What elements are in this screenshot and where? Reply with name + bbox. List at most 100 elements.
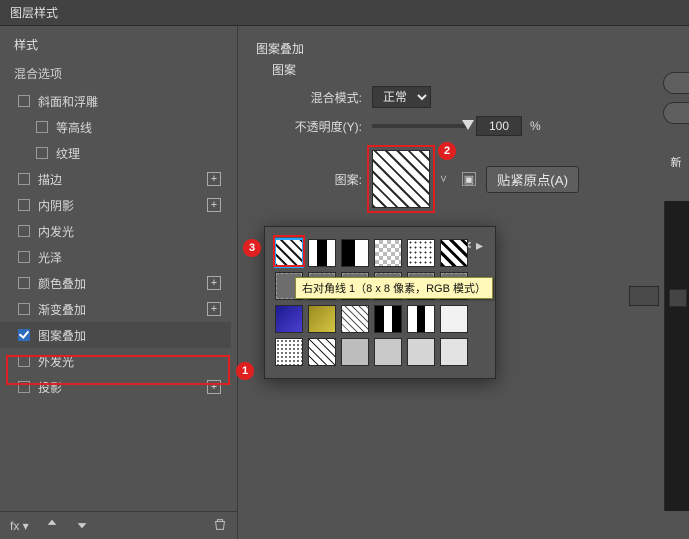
right-dark-button[interactable] — [669, 289, 687, 307]
sidebar-item[interactable]: 斜面和浮雕 — [0, 88, 231, 114]
pattern-swatch[interactable] — [275, 239, 303, 267]
style-checkbox[interactable] — [18, 303, 30, 315]
content: 样式 混合选项 斜面和浮雕等高线纹理描边+内阴影+内发光光泽颜色叠加 + 渐变叠加 +… — [0, 26, 689, 539]
blend-mode-select[interactable]: 正常 — [372, 86, 431, 108]
opacity-label: 不透明度(Y): — [290, 118, 362, 135]
swatch-fill-icon — [342, 339, 368, 365]
scale-handle[interactable] — [629, 286, 659, 306]
create-pattern-icon[interactable]: ▣ — [462, 172, 476, 186]
style-checkbox[interactable] — [36, 147, 48, 159]
blend-mode-label: 混合模式: — [290, 89, 362, 106]
opacity-value[interactable]: 100 — [476, 116, 522, 136]
main-panel: 图案叠加 图案 混合模式: 正常 不透明度(Y): 100 % 图案: 2 ˅ — [238, 26, 689, 539]
pattern-swatch[interactable] — [374, 338, 402, 366]
sidebar-item[interactable]: 内发光 — [0, 218, 231, 244]
sidebar-item[interactable]: 内阴影+ — [0, 192, 231, 218]
pattern-swatch[interactable] — [374, 305, 402, 333]
swatch-fill-icon — [375, 339, 401, 365]
swatch-fill-icon — [441, 306, 467, 332]
style-checkbox[interactable] — [18, 173, 30, 185]
sidebar-item[interactable]: 描边+ — [0, 166, 231, 192]
pattern-swatch[interactable] — [440, 305, 468, 333]
sidebar-item[interactable]: 纹理 — [0, 140, 231, 166]
swatch-fill-icon — [375, 306, 401, 332]
pattern-picker: ✲ ▸ 3 右对角线 1（8 x 8 像素，RGB 模式） — [264, 226, 496, 379]
pattern-swatch[interactable] — [374, 239, 402, 267]
sidebar-item[interactable]: 光泽 — [0, 244, 231, 270]
sidebar-header: 样式 — [0, 26, 237, 59]
sidebar-item[interactable]: 图案叠加 — [0, 322, 231, 348]
snap-origin-button[interactable]: 贴紧原点(A) — [486, 166, 579, 193]
new-style-button[interactable]: 新 — [663, 154, 689, 174]
add-effect-icon[interactable]: + — [207, 276, 221, 290]
sidebar-item-label: 外发光 — [38, 353, 74, 370]
style-checkbox[interactable] — [18, 225, 30, 237]
hatch-icon — [373, 151, 429, 207]
slider-thumb-icon[interactable] — [462, 120, 474, 130]
right-button-2[interactable] — [663, 102, 689, 124]
sidebar-item-label: 光泽 — [38, 249, 62, 266]
style-checkbox[interactable] — [36, 121, 48, 133]
sidebar-item-label: 投影 — [38, 379, 62, 396]
sidebar-item[interactable]: 等高线 — [0, 114, 231, 140]
swatch-fill-icon — [441, 240, 467, 266]
swatch-fill-icon — [276, 240, 302, 266]
add-effect-icon[interactable]: + — [207, 380, 221, 394]
swatch-fill-icon — [309, 306, 335, 332]
add-effect-icon[interactable]: + — [207, 302, 221, 316]
style-checkbox[interactable] — [18, 199, 30, 211]
badge-2: 2 — [438, 142, 456, 160]
style-checkbox[interactable] — [18, 277, 30, 289]
sidebar-item[interactable]: 投影 + — [0, 374, 231, 400]
arrow-up-icon[interactable] — [45, 517, 59, 534]
trash-icon[interactable] — [213, 517, 227, 534]
sidebar-item-label: 颜色叠加 — [38, 275, 86, 292]
sidebar-item[interactable]: 颜色叠加 + — [0, 270, 231, 296]
blend-options-link[interactable]: 混合选项 — [0, 59, 237, 88]
window-titlebar: 图层样式 — [0, 0, 689, 26]
pattern-swatch[interactable] — [341, 338, 369, 366]
style-checkbox[interactable] — [18, 95, 30, 107]
right-button-stack: 新 — [663, 72, 689, 174]
pattern-swatch[interactable] — [407, 305, 435, 333]
arrow-down-icon[interactable] — [75, 517, 89, 534]
pattern-swatch[interactable] — [341, 305, 369, 333]
style-checkbox[interactable] — [18, 381, 30, 393]
style-checkbox[interactable] — [18, 355, 30, 367]
panel-title: 图案叠加 — [256, 40, 679, 57]
swatch-fill-icon — [309, 339, 335, 365]
sidebar-item-label: 渐变叠加 — [38, 301, 86, 318]
swatch-fill-icon — [375, 240, 401, 266]
pattern-preview[interactable] — [372, 150, 430, 208]
style-checkbox[interactable] — [18, 329, 30, 341]
pattern-dropdown-icon[interactable]: ˅ — [440, 172, 452, 186]
add-effect-icon[interactable]: + — [207, 198, 221, 212]
pattern-swatch[interactable] — [308, 338, 336, 366]
sidebar-item-label: 图案叠加 — [38, 327, 86, 344]
pattern-preview-box: 2 — [372, 150, 430, 208]
sidebar-item[interactable]: 渐变叠加 + — [0, 296, 231, 322]
style-checkbox[interactable] — [18, 251, 30, 263]
pattern-swatch[interactable] — [440, 239, 468, 267]
sidebar-item-label: 纹理 — [56, 145, 80, 162]
opacity-slider[interactable] — [372, 124, 468, 128]
fx-menu[interactable]: fx ▾ — [10, 519, 29, 533]
right-button-1[interactable] — [663, 72, 689, 94]
pattern-swatch[interactable] — [341, 239, 369, 267]
styles-sidebar: 样式 混合选项 斜面和浮雕等高线纹理描边+内阴影+内发光光泽颜色叠加 + 渐变叠加 +… — [0, 26, 238, 539]
add-effect-icon[interactable]: + — [207, 172, 221, 186]
pattern-swatch[interactable] — [275, 305, 303, 333]
sidebar-item-label: 等高线 — [56, 119, 92, 136]
pattern-swatch[interactable] — [308, 239, 336, 267]
sidebar-item[interactable]: 外发光 — [0, 348, 231, 374]
pattern-swatch[interactable] — [407, 239, 435, 267]
pattern-swatch[interactable] — [275, 338, 303, 366]
swatch-fill-icon — [408, 240, 434, 266]
panel-subsection: 图案 — [272, 61, 679, 78]
percent-label: % — [530, 119, 541, 133]
sidebar-footer: fx ▾ — [0, 511, 237, 539]
pattern-swatch[interactable] — [308, 305, 336, 333]
pattern-swatch[interactable] — [407, 338, 435, 366]
pattern-swatch[interactable] — [440, 338, 468, 366]
sidebar-item-label: 斜面和浮雕 — [38, 93, 98, 110]
